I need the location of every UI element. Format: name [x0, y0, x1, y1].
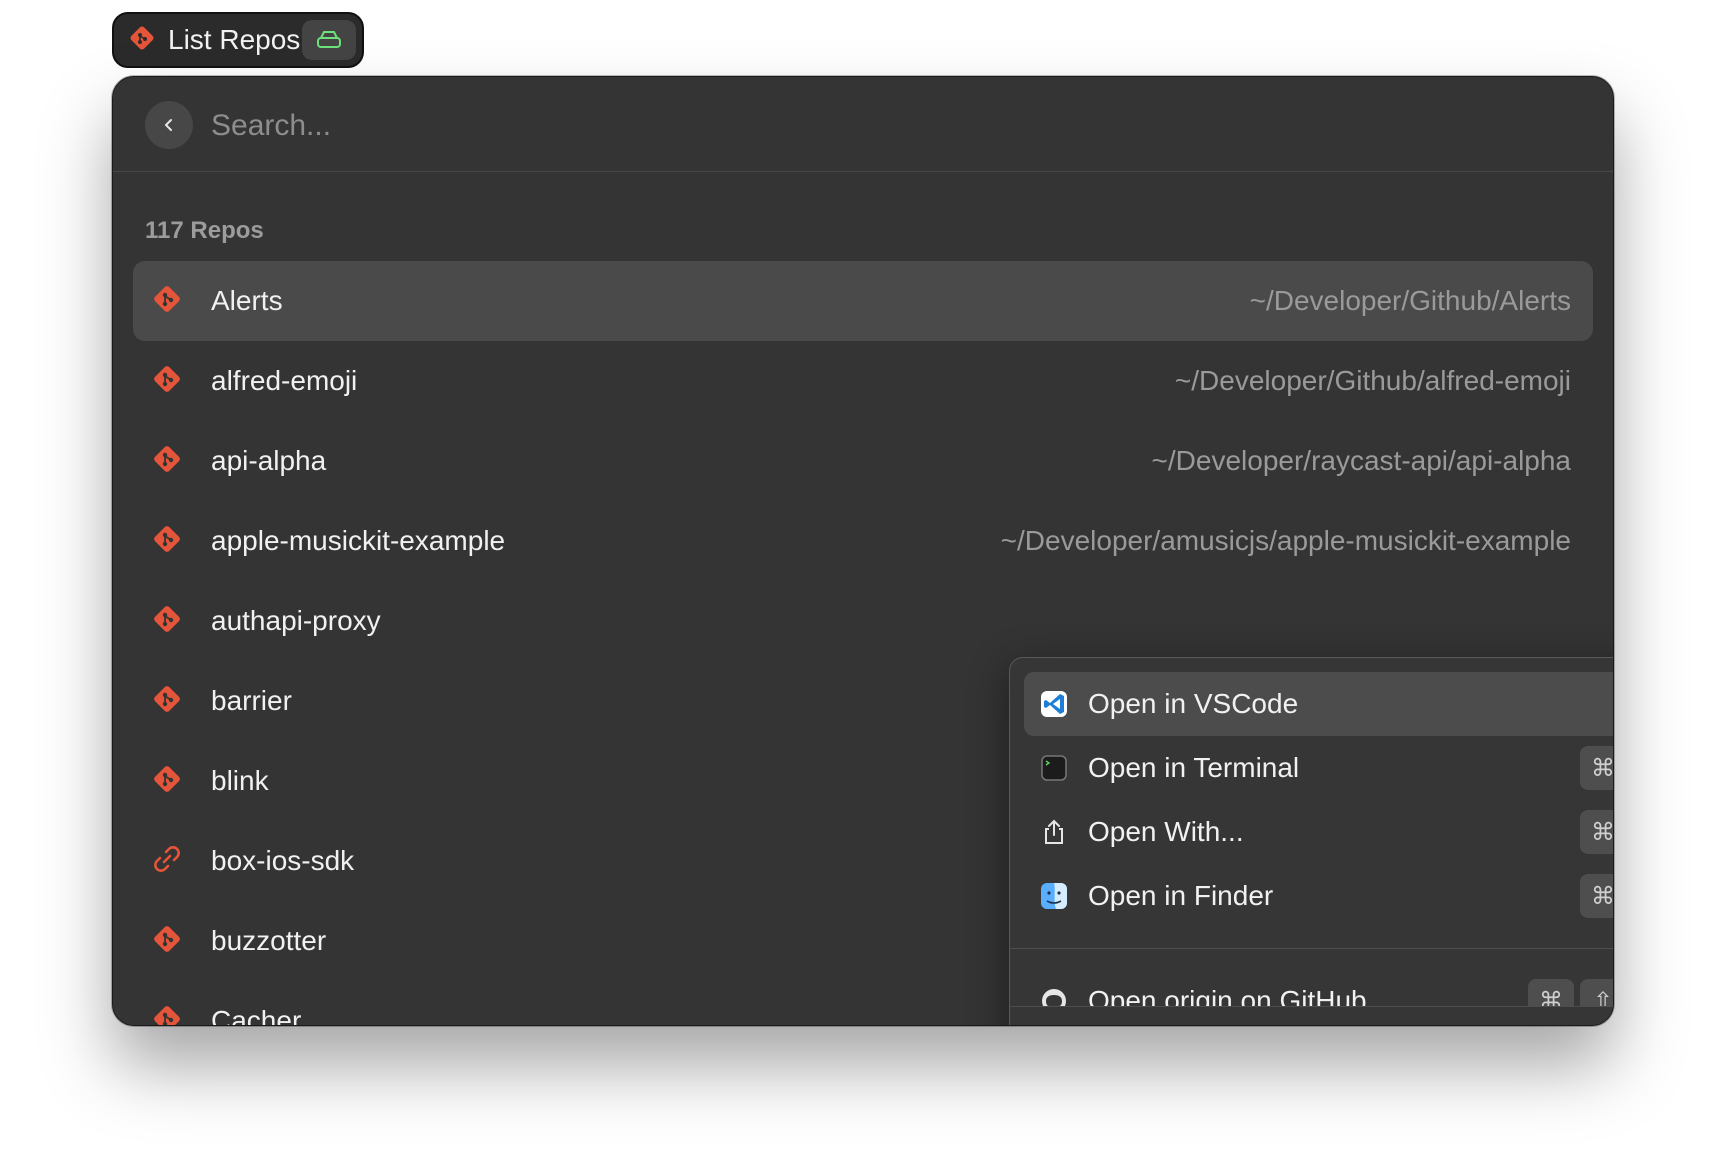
shortcut-keys: ⌘ F	[1580, 874, 1613, 918]
vscode-icon	[1040, 690, 1068, 718]
action-panel: Open in VSCode ↵ Open in Terminal ⌘ ↵	[1009, 657, 1614, 1026]
git-icon	[128, 24, 156, 57]
action-label: Open in Finder	[1088, 880, 1274, 911]
repo-row[interactable]: api-alpha ~/Developer/raycast-api/api-alp…	[133, 421, 1593, 501]
section-title: 117 Repos	[145, 217, 264, 244]
repo-path: ~/Developer/Github/Alerts	[1249, 285, 1571, 316]
command-title: List Repos	[168, 24, 301, 55]
git-icon-glyph	[154, 446, 180, 472]
action-label: Open With...	[1088, 816, 1244, 847]
git-icon	[151, 603, 183, 640]
git-icon	[151, 923, 183, 960]
git-icon	[151, 683, 183, 720]
search-input[interactable]	[209, 99, 1213, 153]
repo-path: ~/Developer/raycast-api/api-alpha	[1151, 445, 1571, 476]
action-label: Open origin on GitHub...	[1088, 985, 1390, 1006]
command-tab[interactable]: List Repos	[112, 12, 364, 68]
shift-key: ⇧	[1580, 979, 1613, 1006]
command-key: ⌘	[1580, 810, 1613, 854]
repo-name: authapi-proxy	[211, 605, 381, 636]
shortcut-keys: ⌘ ↵	[1580, 746, 1613, 790]
repo-name: Cacher	[211, 1005, 302, 1026]
finder-icon	[1040, 882, 1068, 910]
action-search-bar	[1010, 1006, 1614, 1026]
terminal-icon	[1040, 754, 1068, 782]
repo-row[interactable]: Alerts ~/Developer/Github/Alerts	[133, 261, 1593, 341]
search-bar	[113, 77, 1613, 172]
repo-name: api-alpha	[211, 445, 327, 476]
git-icon-glyph	[154, 686, 180, 712]
link-icon-glyph	[154, 846, 180, 872]
repo-name: buzzotter	[211, 925, 327, 956]
shortcut-keys: ⌘ ⇧ O	[1528, 979, 1613, 1006]
repo-path: ~/Developer/Github/alfred-emoji	[1174, 365, 1571, 396]
git-icon	[151, 1003, 183, 1025]
git-icon-glyph	[154, 366, 180, 392]
command-key: ⌘	[1528, 979, 1574, 1006]
action-open-finder[interactable]: Open in Finder ⌘ F	[1024, 864, 1613, 928]
git-icon-glyph	[154, 1006, 180, 1025]
drive-icon[interactable]	[302, 20, 356, 60]
repo-name: Alerts	[211, 285, 283, 316]
git-icon	[151, 363, 183, 400]
action-open-github[interactable]: Open origin on GitHub... ⌘ ⇧ O	[1024, 969, 1613, 1006]
action-open-with[interactable]: Open With... ⌘ O	[1024, 800, 1613, 864]
git-icon	[151, 763, 183, 800]
repo-name: blink	[211, 765, 269, 796]
repo-name: alfred-emoji	[211, 365, 358, 396]
repo-row[interactable]: apple-musickit-example ~/Developer/amusic…	[133, 501, 1593, 581]
repo-path: ~/Developer/amusicjs/apple-musickit-exam…	[1000, 525, 1571, 556]
repo-name: box-ios-sdk	[211, 845, 355, 876]
action-open-terminal[interactable]: Open in Terminal ⌘ ↵	[1024, 736, 1613, 800]
git-icon	[151, 283, 183, 320]
chevron-left-icon	[165, 119, 172, 131]
action-label: Open in VSCode	[1088, 688, 1299, 719]
git-icon-glyph	[154, 926, 180, 952]
git-icon-glyph	[154, 606, 180, 632]
repo-row[interactable]: alfred-emoji ~/Developer/Github/alfred-em…	[133, 341, 1593, 421]
repo-name: apple-musickit-example	[211, 525, 506, 556]
shortcut-keys: ⌘ O	[1580, 810, 1613, 854]
command-key: ⌘	[1580, 874, 1613, 918]
action-label: Open in Terminal	[1088, 752, 1300, 783]
git-icon	[151, 443, 183, 480]
link-icon	[151, 843, 183, 880]
git-icon	[151, 523, 183, 560]
main-window: 117 Repos Alerts ~/Developer/Github/Alert…	[112, 76, 1614, 1026]
repo-row[interactable]: authapi-proxy	[133, 581, 1593, 661]
git-icon-glyph	[154, 526, 180, 552]
github-icon	[1040, 987, 1068, 1006]
repo-name: barrier	[211, 685, 292, 716]
share-icon	[1040, 818, 1068, 846]
git-icon-glyph	[154, 286, 180, 312]
command-key: ⌘	[1580, 746, 1613, 790]
action-search-input[interactable]	[1040, 1025, 1614, 1026]
action-scroll-area: Open origin on GitHub... ⌘ ⇧ O	[1010, 949, 1613, 1006]
action-open-vscode[interactable]: Open in VSCode ↵	[1024, 672, 1613, 736]
git-icon-glyph	[154, 766, 180, 792]
back-button[interactable]	[145, 101, 193, 149]
